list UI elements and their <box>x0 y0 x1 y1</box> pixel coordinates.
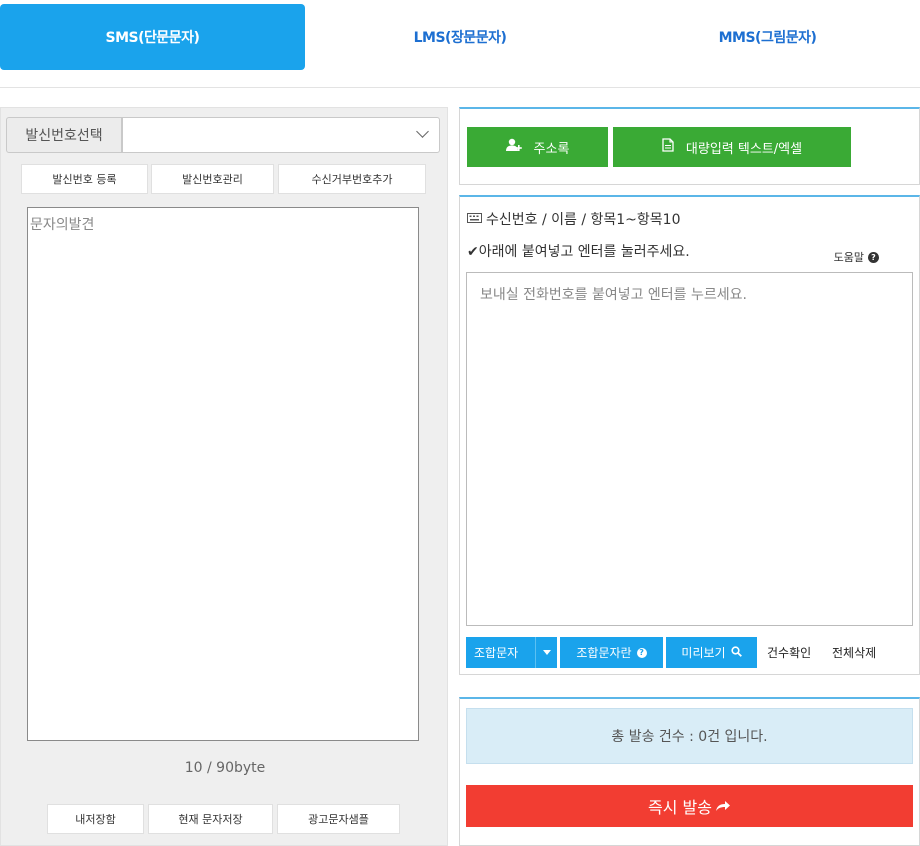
address-book-button[interactable]: 주소록 <box>467 127 608 167</box>
merge-text-help-button[interactable]: 조합문자란 ? <box>560 637 663 668</box>
chevron-down-icon <box>416 125 429 138</box>
add-reject-number-button[interactable]: 수신거부번호추가 <box>278 164 426 194</box>
save-current-message-button[interactable]: 현재 문자저장 <box>148 804 273 834</box>
merge-text-label: 조합문자 <box>474 646 519 660</box>
send-now-button[interactable]: 즉시 발송 <box>466 785 913 827</box>
question-icon: ? <box>868 251 879 263</box>
bulk-input-button[interactable]: 대량입력 텍스트/엑셀 <box>613 127 851 167</box>
recipients-placeholder: 보내실 전화번호를 붙여넣고 엔터를 누르세요. <box>480 287 747 303</box>
count-check-link[interactable]: 건수확인 <box>767 644 811 661</box>
preview-button[interactable]: 미리보기 <box>666 637 757 668</box>
tab-lms[interactable]: LMS(장문문자) <box>305 4 615 70</box>
message-type-tabs: SMS(단문문자) LMS(장문문자) MMS(그림문자) <box>0 0 920 88</box>
magnifier-icon <box>730 645 742 660</box>
merge-text-dropdown[interactable]: 조합문자 <box>466 637 557 668</box>
recipients-hint: ✔아래에 붙여넣고 엔터를 눌러주세요. <box>467 244 690 260</box>
recipients-section: 수신번호 / 이름 / 항목1~항목10 ✔아래에 붙여넣고 엔터를 눌러주세요… <box>459 195 920 675</box>
question-icon: ? <box>636 647 647 658</box>
delete-all-link[interactable]: 전체삭제 <box>832 644 876 661</box>
address-book-label: 주소록 <box>533 141 570 157</box>
merge-text-help-label: 조합문자란 <box>576 646 632 660</box>
byte-counter: 10 / 90byte <box>184 760 266 776</box>
document-icon <box>662 138 674 156</box>
sender-number-select[interactable] <box>122 117 440 153</box>
recipients-title-text: 수신번호 / 이름 / 항목1~항목10 <box>486 212 681 228</box>
recipients-title: 수신번호 / 이름 / 항목1~항목10 <box>467 209 681 229</box>
message-textarea[interactable]: 문자의발견 <box>27 207 419 741</box>
add-user-icon <box>505 138 522 156</box>
contacts-section: 주소록 대량입력 텍스트/엑셀 <box>459 107 920 185</box>
share-arrow-icon <box>715 797 731 816</box>
manage-sender-button[interactable]: 발신번호관리 <box>151 164 274 194</box>
my-storage-button[interactable]: 내저장함 <box>47 804 144 834</box>
help-link[interactable]: 도움말 ? <box>834 249 879 265</box>
caret-down-icon <box>542 650 551 655</box>
help-label: 도움말 <box>833 251 864 264</box>
keyboard-icon <box>467 211 482 227</box>
tab-sms[interactable]: SMS(단문문자) <box>0 4 305 70</box>
preview-label: 미리보기 <box>681 646 726 660</box>
sender-number-label: 발신번호선택 <box>6 117 122 153</box>
total-count-notice: 총 발송 건수 : 0건 입니다. <box>466 708 913 764</box>
send-now-label: 즉시 발송 <box>648 798 712 817</box>
tab-mms[interactable]: MMS(그림문자) <box>615 4 920 70</box>
recipients-textarea[interactable]: 보내실 전화번호를 붙여넣고 엔터를 누르세요. <box>466 272 913 626</box>
bulk-input-label: 대량입력 텍스트/엑셀 <box>685 141 803 157</box>
send-section: 총 발송 건수 : 0건 입니다. 즉시 발송 <box>459 697 920 846</box>
message-compose-panel: 발신번호선택 발신번호 등록 발신번호관리 수신거부번호추가 문자의발견 10 … <box>0 107 448 846</box>
ad-samples-button[interactable]: 광고문자샘플 <box>277 804 400 834</box>
register-sender-button[interactable]: 발신번호 등록 <box>21 164 148 194</box>
dropdown-caret[interactable] <box>535 637 557 668</box>
